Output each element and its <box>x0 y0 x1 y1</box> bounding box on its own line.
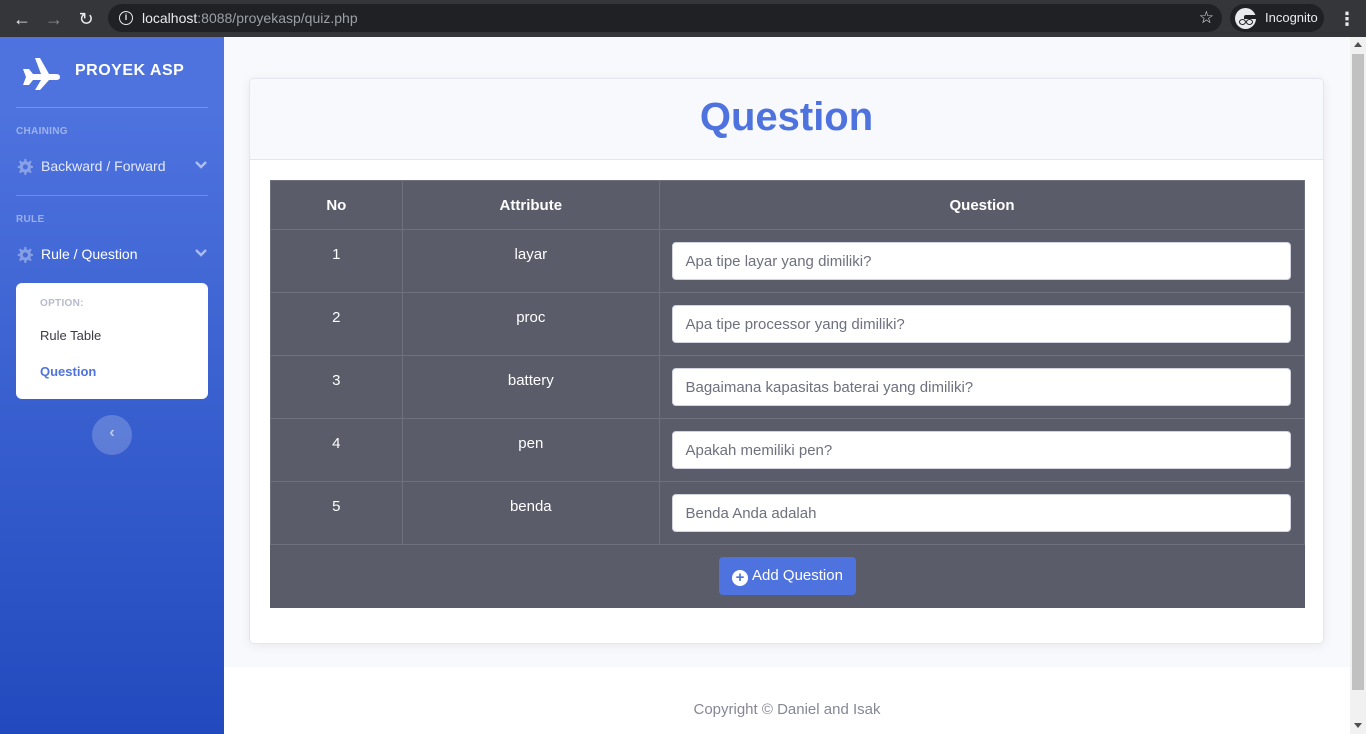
chevron-down-icon <box>195 249 207 257</box>
scroll-up-icon[interactable] <box>1354 42 1362 47</box>
incognito-badge[interactable]: Incognito <box>1230 4 1324 32</box>
arrow-left-icon[interactable]: ← <box>12 9 32 29</box>
question-input[interactable] <box>672 368 1292 406</box>
question-input[interactable] <box>672 305 1292 343</box>
submenu-header: OPTION: <box>40 298 84 309</box>
cell-question <box>658 292 1306 356</box>
gear-icon <box>17 246 33 263</box>
menu-icon[interactable]: ⋮ <box>1338 9 1356 29</box>
heading-rule: RULE <box>16 214 45 225</box>
cell-attribute: battery <box>401 355 660 419</box>
sidebar-divider <box>16 107 208 108</box>
sidebar-brand[interactable]: PROYEK ASP <box>0 37 224 107</box>
plane-icon <box>23 58 60 90</box>
cell-attribute: benda <box>401 481 660 545</box>
page-footer: Copyright © Daniel and Isak <box>224 667 1350 734</box>
column-header-no: No <box>270 180 403 230</box>
cell-question <box>658 481 1306 545</box>
table-footer-row: + Add Question <box>270 544 1305 608</box>
table-row: 4 pen <box>270 418 1306 482</box>
cell-attribute: proc <box>401 292 660 356</box>
cell-question <box>658 355 1306 419</box>
table-row: 2 proc <box>270 292 1306 356</box>
star-icon[interactable]: ☆ <box>1199 8 1214 28</box>
cell-no: 2 <box>270 292 403 356</box>
table-header-row: No Attribute Question <box>270 180 1306 230</box>
cell-question <box>658 418 1306 482</box>
url-host: localhost <box>142 10 198 26</box>
sidebar: PROYEK ASP CHAINING Backward / Forward R… <box>0 37 224 734</box>
copyright-text: Copyright © Daniel and Isak <box>693 701 881 718</box>
table-row: 1 layar <box>270 229 1306 293</box>
url-text: localhost:8088/proyekasp/quiz.php <box>142 10 358 26</box>
column-header-question: Question <box>658 180 1306 230</box>
page-title: Question <box>699 95 874 139</box>
cell-no: 5 <box>270 481 403 545</box>
question-card: Question No Attribute Question 1 layar 2 <box>249 78 1324 644</box>
info-icon[interactable]: i <box>119 11 133 25</box>
brand-name: PROYEK ASP <box>75 62 185 79</box>
address-bar[interactable]: i localhost:8088/proyekasp/quiz.php ☆ <box>108 4 1222 32</box>
heading-chaining: CHAINING <box>16 126 68 137</box>
cell-no: 1 <box>270 229 403 293</box>
gear-icon <box>17 158 33 175</box>
sidebar-toggle-button[interactable]: ‹ <box>92 415 132 455</box>
question-table: No Attribute Question 1 layar 2 proc 3 <box>270 180 1306 608</box>
question-input[interactable] <box>672 494 1292 532</box>
rule-submenu: OPTION: Rule Table Question <box>16 283 208 399</box>
reload-icon[interactable]: ↻ <box>76 9 96 29</box>
chevron-down-icon <box>195 161 207 169</box>
add-question-label: Add Question <box>752 567 843 584</box>
sidebar-item-label: Rule / Question <box>41 246 138 262</box>
cell-attribute: pen <box>401 418 660 482</box>
url-path: :8088/proyekasp/quiz.php <box>197 10 358 26</box>
sidebar-divider <box>16 195 208 196</box>
question-input[interactable] <box>672 431 1292 469</box>
incognito-icon <box>1235 8 1257 29</box>
scrollbar-thumb[interactable] <box>1352 54 1364 690</box>
incognito-label: Incognito <box>1265 10 1318 25</box>
chevron-left-icon: ‹ <box>109 424 115 441</box>
scroll-down-icon[interactable] <box>1354 723 1362 728</box>
submenu-item-rule-table[interactable]: Rule Table <box>40 328 101 343</box>
browser-toolbar: ← → ↻ i localhost:8088/proyekasp/quiz.ph… <box>0 0 1366 37</box>
sidebar-item-rule[interactable]: Rule / Question <box>16 244 208 268</box>
table-row: 3 battery <box>270 355 1306 419</box>
cell-no: 4 <box>270 418 403 482</box>
cell-question <box>658 229 1306 293</box>
cell-no: 3 <box>270 355 403 419</box>
plus-circle-icon: + <box>732 570 749 586</box>
scrollbar[interactable] <box>1350 37 1366 734</box>
add-question-button[interactable]: + Add Question <box>719 557 856 595</box>
question-input[interactable] <box>672 242 1292 280</box>
main-content: Question No Attribute Question 1 layar 2 <box>224 37 1350 667</box>
sidebar-item-label: Backward / Forward <box>41 158 166 174</box>
table-row: 5 benda <box>270 481 1306 545</box>
cell-attribute: layar <box>401 229 660 293</box>
submenu-item-question[interactable]: Question <box>40 364 96 379</box>
table-footer-cell: + Add Question <box>270 544 1305 608</box>
sidebar-item-chaining[interactable]: Backward / Forward <box>16 156 208 180</box>
arrow-right-icon[interactable]: → <box>44 9 64 29</box>
card-header: Question <box>250 79 1323 160</box>
column-header-attribute: Attribute <box>401 180 660 230</box>
